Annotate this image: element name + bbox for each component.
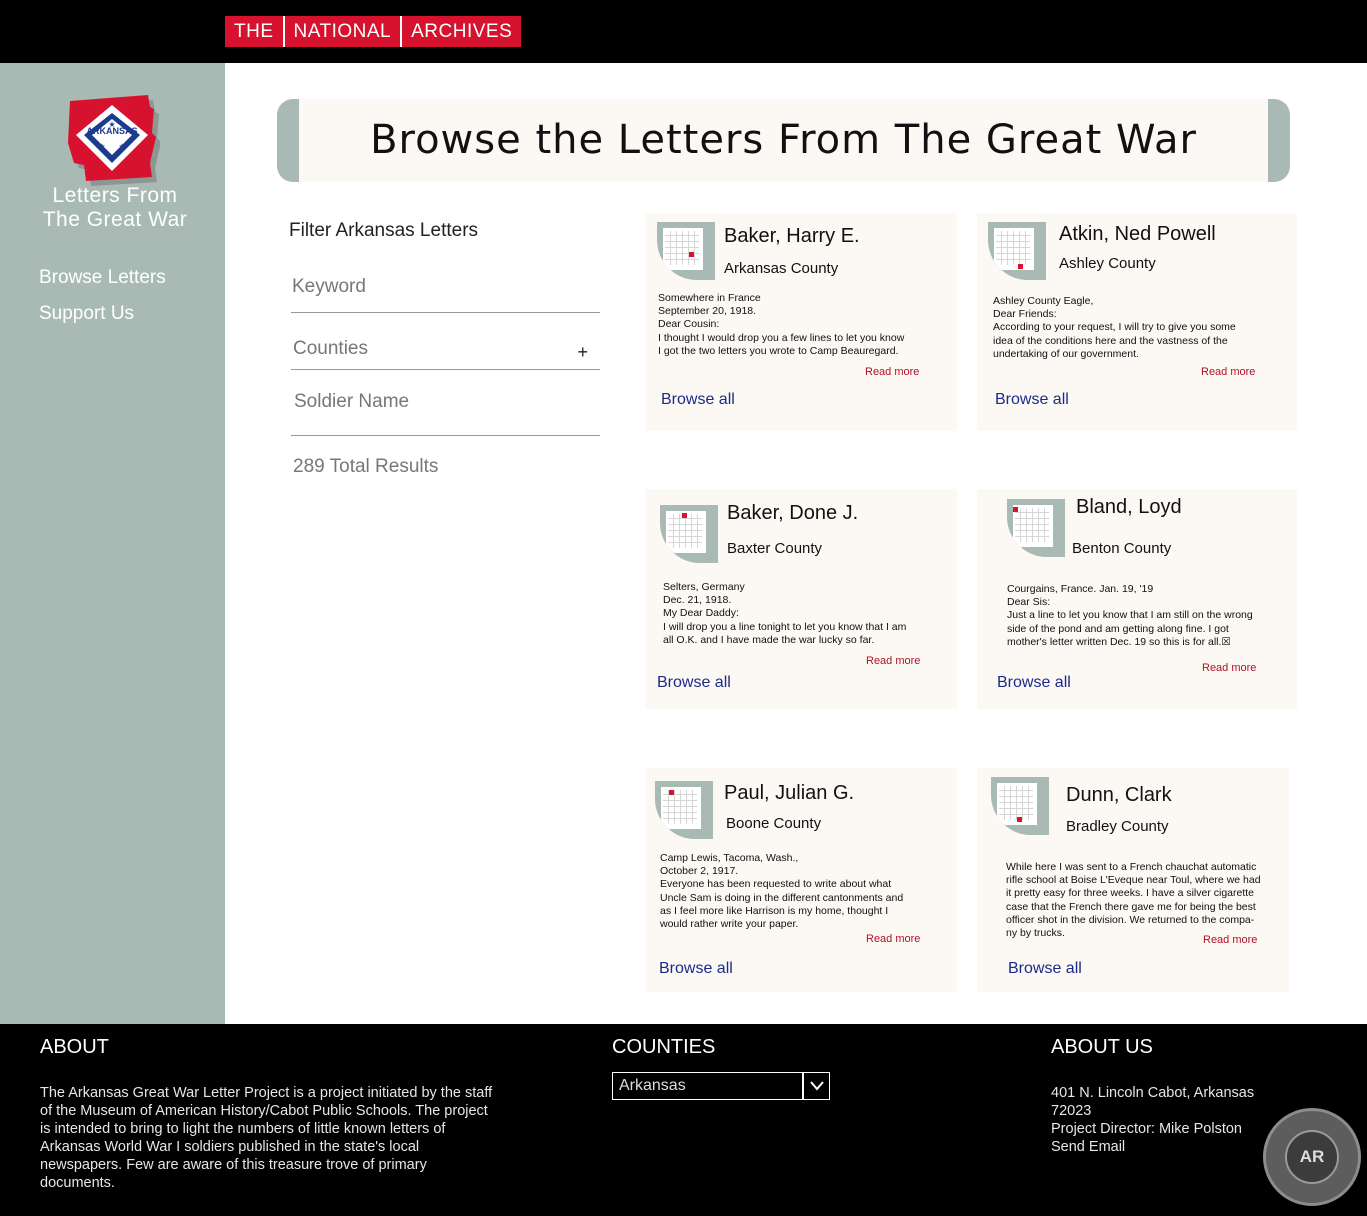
county-name: Ashley County: [1059, 255, 1156, 272]
read-more-link[interactable]: Read more: [866, 933, 920, 945]
page-title: Browse the Letters From The Great War: [370, 117, 1197, 163]
county-name: Benton County: [1072, 540, 1172, 557]
counties-label: Counties: [293, 338, 368, 359]
logo-word: NATIONAL: [285, 16, 403, 47]
read-more-link[interactable]: Read more: [865, 366, 919, 378]
logo-word: THE: [225, 16, 285, 47]
letter-excerpt: While here I was sent to a French chauch…: [1006, 861, 1261, 940]
county-name: Arkansas County: [724, 260, 839, 277]
seal-text: AR: [1285, 1130, 1339, 1184]
site-title-line: The Great War: [42, 208, 188, 231]
letter-excerpt: Selters, Germany Dec. 21, 1918. My Dear Da…: [663, 581, 907, 646]
letter-excerpt: Courgains, France. Jan. 19, '19 Dear Sis:…: [1007, 583, 1253, 648]
county-name: Baxter County: [727, 540, 823, 557]
letter-card: Paul, Julian G. Boone County Camp Lewis,…: [645, 768, 957, 992]
chevron-down-icon[interactable]: [802, 1073, 829, 1099]
project-director: Project Director: Mike Polston: [1051, 1121, 1242, 1137]
arkansas-flag-icon: ARKANSAS ★ ★ ★: [68, 95, 160, 186]
soldier-name[interactable]: Baker, Harry E.: [724, 225, 860, 248]
about-us-heading: ABOUT US: [1051, 1036, 1153, 1058]
letter-card: Bland, Loyd Benton County Courgains, Fra…: [977, 489, 1297, 709]
address-line: 72023: [1051, 1103, 1092, 1119]
nav-support-us[interactable]: Support Us: [39, 303, 134, 325]
county-select-value: Arkansas: [619, 1077, 686, 1094]
letter-card: Atkin, Ned Powell Ashley County Ashley C…: [977, 213, 1297, 431]
results-count: 289 Total Results: [293, 456, 439, 477]
county-map-icon: [991, 777, 1049, 835]
sidebar: ARKANSAS ★ ★ ★ Letters From The Great Wa…: [0, 63, 225, 1024]
keyword-input[interactable]: Keyword: [291, 276, 600, 313]
send-email-link[interactable]: Send Email: [1051, 1138, 1291, 1156]
expand-plus-icon[interactable]: +: [577, 342, 588, 363]
soldier-name[interactable]: Dunn, Clark: [1066, 784, 1172, 807]
contact-info: 401 N. Lincoln Cabot, Arkansas 72023 Pro…: [1051, 1084, 1291, 1156]
county-map-icon: [657, 222, 715, 280]
nav-browse-letters[interactable]: Browse Letters: [39, 267, 166, 289]
letter-excerpt: Camp Lewis, Tacoma, Wash., October 2, 19…: [660, 852, 904, 931]
county-map-icon: [660, 505, 718, 563]
svg-text:★: ★: [108, 120, 115, 129]
site-title-line: Letters From: [52, 184, 178, 207]
about-text: The Arkansas Great War Letter Project is…: [40, 1085, 493, 1191]
letter-excerpt: Somewhere in France September 20, 1918. De…: [658, 292, 905, 357]
address-line: 401 N. Lincoln Cabot, Arkansas: [1051, 1085, 1255, 1101]
browse-all-link[interactable]: Browse all: [997, 674, 1071, 692]
soldier-name-input[interactable]: Soldier Name: [291, 391, 600, 436]
soldier-name[interactable]: Atkin, Ned Powell: [1059, 223, 1216, 246]
filter-title: Filter Arkansas Letters: [289, 220, 479, 241]
letter-card: Baker, Harry E. Arkansas County Somewher…: [645, 213, 957, 431]
letter-excerpt: Ashley County Eagle, Dear Friends: Accordi…: [993, 295, 1236, 360]
read-more-link[interactable]: Read more: [866, 655, 920, 667]
svg-text:★: ★: [98, 142, 105, 151]
read-more-link[interactable]: Read more: [1202, 662, 1256, 674]
browse-all-link[interactable]: Browse all: [1008, 960, 1082, 978]
about-heading: ABOUT: [40, 1036, 109, 1058]
browse-all-link[interactable]: Browse all: [995, 391, 1069, 409]
logo-word: ARCHIVES: [411, 21, 513, 42]
county-map-icon: [1007, 499, 1065, 557]
svg-text:★: ★: [118, 142, 125, 151]
county-map-icon: [988, 222, 1046, 280]
county-name: Boone County: [726, 815, 822, 832]
soldier-name[interactable]: Paul, Julian G.: [724, 782, 854, 805]
page-banner: Browse the Letters From The Great War: [277, 99, 1290, 182]
read-more-link[interactable]: Read more: [1203, 934, 1257, 946]
soldier-name[interactable]: Baker, Done J.: [727, 502, 858, 525]
national-archives-logo[interactable]: THE NATIONAL ARCHIVES: [225, 16, 522, 47]
browse-all-link[interactable]: Browse all: [661, 391, 735, 409]
arkansas-gov-seal-icon[interactable]: AR: [1263, 1108, 1361, 1206]
read-more-link[interactable]: Read more: [1201, 366, 1255, 378]
letter-card: Baker, Done J. Baxter County Selters, Ge…: [645, 489, 957, 709]
soldier-name[interactable]: Bland, Loyd: [1076, 496, 1182, 519]
counties-heading: COUNTIES: [612, 1036, 716, 1058]
site-title: Letters From The Great War: [20, 184, 210, 232]
browse-all-link[interactable]: Browse all: [659, 960, 733, 978]
browse-all-link[interactable]: Browse all: [657, 674, 731, 692]
county-name: Bradley County: [1066, 818, 1169, 835]
letter-card: Dunn, Clark Bradley County While here I …: [977, 768, 1289, 992]
top-header-bar: THE NATIONAL ARCHIVES: [0, 0, 1367, 63]
footer: ABOUT The Arkansas Great War Letter Proj…: [0, 1024, 1367, 1216]
county-map-icon: [655, 781, 713, 839]
counties-filter[interactable]: Counties +: [291, 338, 600, 370]
county-select[interactable]: Arkansas: [612, 1072, 830, 1100]
